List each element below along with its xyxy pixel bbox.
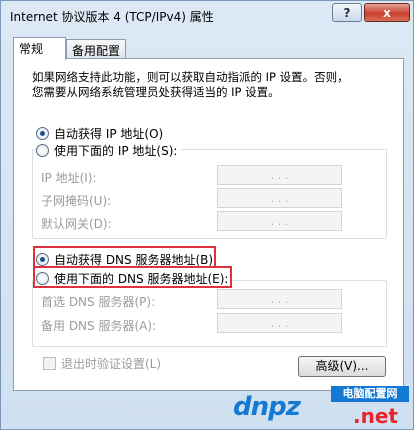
manual-dns-radio[interactable] — [36, 272, 49, 285]
auto-ip-label: 自动获得 IP 地址(O) — [54, 127, 164, 141]
validate-on-exit-option[interactable]: 退出时验证设置(L) — [43, 355, 161, 372]
watermark-tag: 电脑配置网 — [331, 386, 409, 402]
ip-address-label: IP 地址(I): — [41, 171, 97, 185]
description-line-1: 如果网络支持此功能，则可以获取自动指派的 IP 设置。否则， — [32, 70, 349, 84]
manual-dns-option[interactable]: 使用下面的 DNS 服务器地址(E): — [36, 270, 233, 287]
alternate-dns-field[interactable]: . . . — [217, 313, 342, 333]
tab-general[interactable]: 常规 — [13, 37, 66, 60]
validate-on-exit-label: 退出时验证设置(L) — [61, 357, 162, 371]
general-panel: 如果网络支持此功能，则可以获取自动指派的 IP 设置。否则， 您需要从网络系统管… — [13, 58, 404, 391]
default-gateway-field[interactable]: . . . — [217, 211, 342, 231]
window-title: Internet 协议版本 4 (TCP/IPv4) 属性 — [10, 10, 214, 24]
site-watermark: dnpz 电脑配置网 .net — [233, 386, 411, 428]
title-bar: Internet 协议版本 4 (TCP/IPv4) 属性 ? x — [1, 1, 413, 31]
auto-ip-option[interactable]: 自动获得 IP 地址(O) — [36, 125, 168, 142]
description-text: 如果网络支持此功能，则可以获取自动指派的 IP 设置。否则， 您需要从网络系统管… — [32, 70, 384, 100]
auto-dns-label: 自动获得 DNS 服务器地址(B) — [54, 253, 214, 267]
auto-dns-option[interactable]: 自动获得 DNS 服务器地址(B) — [36, 251, 218, 268]
advanced-button[interactable]: 高级(V)... — [298, 356, 386, 377]
tab-alternate-config[interactable]: 备用配置 — [66, 39, 126, 59]
manual-ip-radio[interactable] — [36, 144, 49, 157]
preferred-dns-field[interactable]: . . . — [217, 289, 342, 309]
subnet-mask-label: 子网掩码(U): — [41, 194, 112, 208]
manual-dns-label: 使用下面的 DNS 服务器地址(E): — [54, 272, 229, 286]
ip-address-field[interactable]: . . . — [217, 165, 342, 185]
watermark-domain: .net — [353, 404, 398, 428]
watermark-logo: dnpz — [233, 392, 301, 422]
close-button[interactable]: x — [364, 3, 410, 22]
help-button[interactable]: ? — [332, 3, 362, 22]
manual-ip-option[interactable]: 使用下面的 IP 地址(S): — [36, 142, 182, 159]
preferred-dns-label: 首选 DNS 服务器(P): — [41, 295, 156, 309]
auto-ip-radio[interactable] — [36, 127, 49, 140]
subnet-mask-field[interactable]: . . . — [217, 188, 342, 208]
default-gateway-label: 默认网关(D): — [41, 217, 112, 231]
description-line-2: 您需要从网络系统管理员处获得适当的 IP 设置。 — [32, 85, 280, 99]
alternate-dns-label: 备用 DNS 服务器(A): — [41, 319, 157, 333]
auto-dns-radio[interactable] — [36, 253, 49, 266]
dialog-window: Internet 协议版本 4 (TCP/IPv4) 属性 ? x 常规 备用配… — [0, 0, 414, 430]
validate-on-exit-checkbox[interactable] — [43, 357, 56, 370]
manual-ip-label: 使用下面的 IP 地址(S): — [54, 144, 178, 158]
